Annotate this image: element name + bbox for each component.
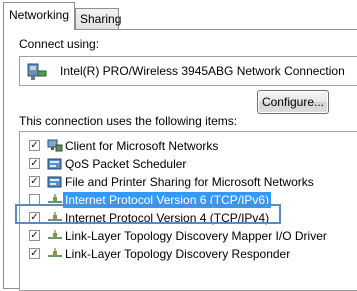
tab-strip: Networking Sharing (0, 0, 357, 30)
protocol-icon (47, 229, 63, 243)
checkbox[interactable]: ✓ (29, 212, 40, 223)
list-item-client-for-microsoft-networks[interactable]: ✓ Client for Microsoft Networks (20, 137, 357, 155)
list-item-ipv4[interactable]: ✓ Internet Protocol Version 4 (TCP/IPv4) (20, 209, 357, 227)
list-item-lltd-mapper[interactable]: ✓ Link-Layer Topology Discovery Mapper I… (20, 227, 357, 245)
item-label: QoS Packet Scheduler (65, 157, 187, 171)
checkbox[interactable]: ✓ (29, 176, 40, 187)
list-item-file-and-printer-sharing[interactable]: ✓ File and Printer Sharing for Microsoft… (20, 173, 357, 191)
configure-button[interactable]: Configure... (257, 90, 329, 114)
list-item-lltd-responder[interactable]: ✓ Link-Layer Topology Discovery Responde… (20, 245, 357, 263)
items-list: ✓ Client for Microsoft Networks ✓ QoS Pa… (19, 131, 357, 291)
checkbox[interactable]: ✓ (29, 158, 40, 169)
checkbox[interactable]: ✓ (29, 140, 40, 151)
item-label: Link-Layer Topology Discovery Responder (65, 247, 291, 261)
service-icon (47, 157, 63, 171)
checkbox[interactable] (29, 194, 40, 205)
checkbox[interactable]: ✓ (29, 230, 40, 241)
adapter-box: Intel(R) PRO/Wireless 3945ABG Network Co… (19, 56, 357, 86)
adapter-name: Intel(R) PRO/Wireless 3945ABG Network Co… (60, 64, 345, 78)
checkbox[interactable]: ✓ (29, 248, 40, 259)
items-label: This connection uses the following items… (19, 114, 238, 128)
item-label: Link-Layer Topology Discovery Mapper I/O… (65, 229, 327, 243)
item-label: File and Printer Sharing for Microsoft N… (65, 175, 314, 189)
item-label: Internet Protocol Version 4 (TCP/IPv4) (65, 211, 270, 225)
list-item-qos-packet-scheduler[interactable]: ✓ QoS Packet Scheduler (20, 155, 357, 173)
tab-networking[interactable]: Networking (3, 2, 75, 30)
list-item-ipv6[interactable]: Internet Protocol Version 6 (TCP/IPv6) (20, 191, 357, 209)
protocol-icon (47, 211, 63, 225)
network-client-icon (47, 139, 63, 153)
protocol-icon (47, 193, 63, 207)
item-label: Internet Protocol Version 6 (TCP/IPv6) (63, 192, 272, 208)
network-adapter-icon (26, 62, 48, 82)
service-icon (47, 175, 63, 189)
tab-sharing[interactable]: Sharing (75, 8, 121, 30)
item-label: Client for Microsoft Networks (65, 139, 219, 153)
connect-using-label: Connect using: (19, 37, 100, 51)
protocol-icon (47, 247, 63, 261)
